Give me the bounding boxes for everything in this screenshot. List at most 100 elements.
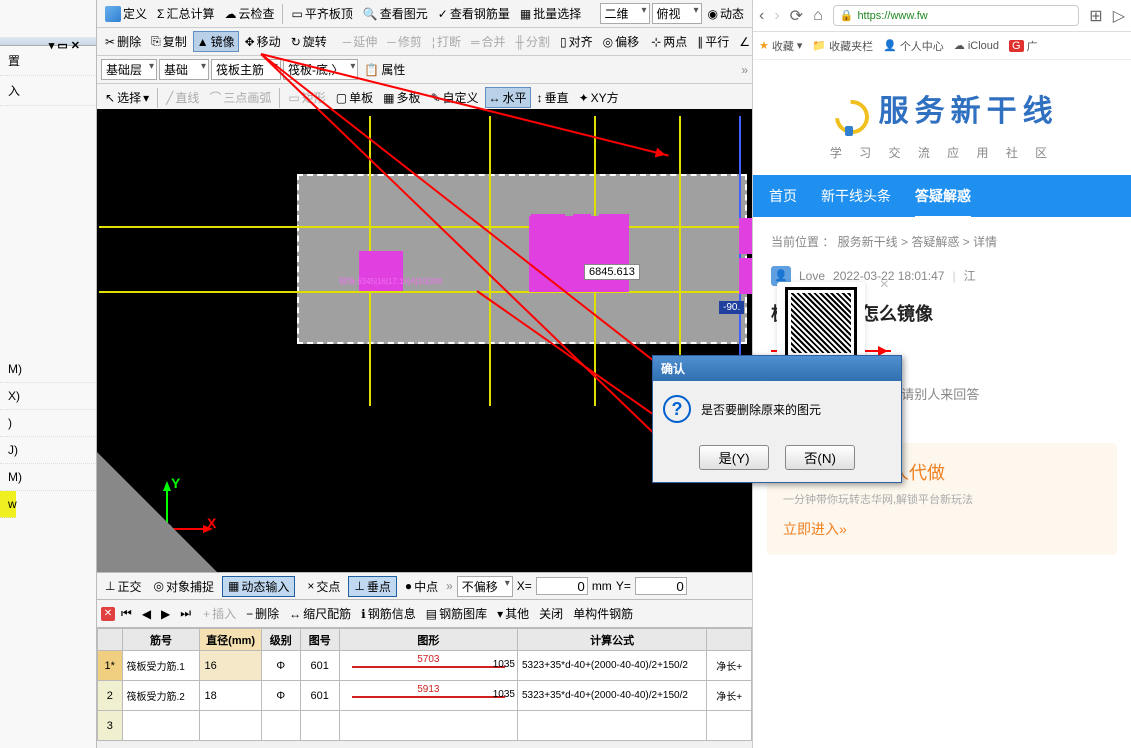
bookmark-item[interactable]: 👤个人中心 <box>883 38 944 54</box>
line-button: ╱直线 <box>162 87 203 108</box>
scale-rebar-button[interactable]: ↔缩尺配筋 <box>285 603 355 624</box>
horizontal-button[interactable]: ↔水平 <box>485 87 531 108</box>
cloud-check-button[interactable]: ☁ 云检查 <box>220 3 278 24</box>
post-region: 江 <box>964 267 976 284</box>
rebar-library-button[interactable]: ▤钢筋图库 <box>422 603 491 624</box>
define-icon <box>105 6 121 22</box>
rebar-text: 现场.6345|16|17:16[A]10|200 <box>339 276 442 287</box>
offset-mode-dropdown[interactable]: 不偏移 <box>457 576 513 597</box>
table-row[interactable]: 1* 筏板受力筋.1 16 Φ 601 57031035 5323+35*d-4… <box>98 651 752 681</box>
url-input[interactable]: 🔒 https://www.fw <box>833 5 1080 26</box>
dialog-no-button[interactable]: 否(N) <box>785 445 855 470</box>
bookmark-item[interactable]: ★收藏▾ <box>759 38 802 54</box>
select-button[interactable]: ↖选择▾ <box>101 87 153 108</box>
xy-dir-button[interactable]: ✦XY方 <box>575 87 623 108</box>
view-top-dropdown[interactable]: 俯视 <box>652 3 702 24</box>
rotate-button[interactable]: ↻旋转 <box>287 31 331 52</box>
side-it[interactable]: X) <box>0 383 96 410</box>
toolbar-edit: ✂删除 ⎘复制 ▲镜像 ✥移动 ↻旋转 ─延伸 ─修剪 ¦打断 ═合并 ╫分割 … <box>97 28 752 56</box>
view-rebar-qty-button[interactable]: ✓ 查看钢筋量 <box>434 3 514 24</box>
tab-headlines[interactable]: 新干线头条 <box>821 186 891 206</box>
parallel-button[interactable]: ∥平行 <box>693 31 733 52</box>
toolbar-layers: 基础层 基础 筏板主筋 筏板-底,〉 📋属性 » <box>97 56 752 84</box>
define-button[interactable]: 定义 <box>101 3 151 24</box>
dyn-input-button[interactable]: ▦动态输入 <box>222 576 295 597</box>
align-button[interactable]: ▯对齐 <box>556 31 597 52</box>
align-plate-top-button[interactable]: ▭ 平齐板顶 <box>287 3 356 24</box>
other-button[interactable]: ▾其他 <box>493 603 533 624</box>
bookmark-item[interactable]: 📁收藏夹栏 <box>812 38 873 54</box>
browser-toolbar: ‹ › ⟳ ⌂ 🔒 https://www.fw ⊞ ▷ <box>753 0 1131 32</box>
delete-row-button[interactable]: −删除 <box>242 603 283 624</box>
side-it[interactable]: ) <box>0 410 96 437</box>
ad-link[interactable]: 立即进入» <box>783 519 847 539</box>
move-button[interactable]: ✥移动 <box>241 31 285 52</box>
intersect-button[interactable]: ×交点 <box>303 576 344 597</box>
nav-next-button[interactable]: ▶ <box>157 605 174 623</box>
close-icon[interactable]: ✕ <box>101 607 115 621</box>
close-panel-button[interactable]: 关闭 <box>535 603 567 624</box>
extension-icon[interactable]: ▷ <box>1113 6 1125 26</box>
delete-button[interactable]: ✂删除 <box>101 31 145 52</box>
dialog-title: 确认 <box>653 356 901 381</box>
bookmark-item[interactable]: ☁iCloud <box>954 39 999 52</box>
breadcrumb: 当前位置 ： 服务新干线 > 答疑解惑 > 详情 <box>753 217 1131 260</box>
side-it[interactable]: M) <box>0 464 96 491</box>
dialog-yes-button[interactable]: 是(Y) <box>699 445 769 470</box>
nav-prev-button[interactable]: ◀ <box>138 605 155 623</box>
copy-button[interactable]: ⎘复制 <box>147 31 191 52</box>
view-2d-dropdown[interactable]: 二维 <box>600 3 650 24</box>
properties-button[interactable]: 📋属性 <box>360 59 409 80</box>
y-coord-input[interactable] <box>635 577 687 595</box>
side-it[interactable]: J) <box>0 437 96 464</box>
tab-home[interactable]: 首页 <box>769 186 797 206</box>
logo-icon <box>825 96 869 140</box>
dynamic-button[interactable]: ◉ 动态 <box>704 3 749 24</box>
two-point-button[interactable]: ⊹两点 <box>647 31 691 52</box>
midpoint-button[interactable]: ●中点 <box>401 576 442 597</box>
split-button: ╫分割 <box>512 31 555 52</box>
back-icon[interactable]: ‹ <box>759 7 764 25</box>
ortho-button[interactable]: ⊥正交 <box>101 576 145 597</box>
perp-button[interactable]: ⊥垂点 <box>348 576 396 597</box>
side-panel-header: ▾ ▭ ✕ <box>0 37 96 46</box>
bookmarks-bar: ★收藏▾ 📁收藏夹栏 👤个人中心 ☁iCloud G广 <box>753 32 1131 60</box>
table-row[interactable]: 2 筏板受力筋.2 18 Φ 601 59131035 5323+35*d-40… <box>98 681 752 711</box>
forward-icon: › <box>774 7 779 25</box>
rebar-editbar: ✕ ⏮ ◀ ▶ ⏭ +插入 −删除 ↔缩尺配筋 ℹ钢筋信息 ▤钢筋图库 ▾其他 … <box>97 600 752 628</box>
nav-first-button[interactable]: ⏮ <box>117 604 136 623</box>
bookmark-item[interactable]: G广 <box>1009 38 1038 54</box>
side-it[interactable]: M) <box>0 356 96 383</box>
tab-qa[interactable]: 答疑解惑 <box>915 186 971 206</box>
dimension-label: 6845.613 <box>584 264 640 280</box>
nav-last-button[interactable]: ⏭ <box>176 604 195 623</box>
category-dropdown[interactable]: 基础 <box>159 59 209 80</box>
post-author[interactable]: Love <box>799 269 825 283</box>
rebar-table[interactable]: 筋号 直径(mm) 级别 图号 图形 计算公式 1* 筏板受力筋.1 16 Φ … <box>97 628 752 741</box>
mirror-button[interactable]: ▲镜像 <box>193 31 239 52</box>
batch-select-button[interactable]: ▦ 批量选择 <box>516 3 585 24</box>
single-plate-button[interactable]: ▢单板 <box>332 87 377 108</box>
qr-icon[interactable]: ⊞ <box>1089 6 1102 26</box>
point-angle-button[interactable]: ∠点角 <box>735 31 752 52</box>
single-member-rebar-button[interactable]: 单构件钢筋 <box>569 603 637 624</box>
drawing-viewport[interactable]: 现场.6345|16|17:16[A]10|200 6845.613 -90. … <box>97 109 752 572</box>
home-icon[interactable]: ⌂ <box>813 7 823 25</box>
dialog-message: 是否要删除原来的图元 <box>701 401 821 418</box>
osnap-button[interactable]: ◎对象捕捉 <box>149 576 218 597</box>
site-logo: 服务新干线 学 习 交 流 应 用 社 区 <box>753 60 1131 175</box>
reload-icon[interactable]: ⟳ <box>790 6 803 26</box>
offset-button[interactable]: ◎偏移 <box>599 31 644 52</box>
confirm-dialog: 确认 ? 是否要删除原来的图元 是(Y) 否(N) <box>652 355 902 483</box>
toolbar-draw: ↖选择▾ ╱直线 ⌒三点画弧 ▭矩形 ▢单板 ▦多板 ✎自定义 ↔水平 ↕垂直 … <box>97 84 752 112</box>
x-coord-input[interactable] <box>536 577 588 595</box>
view-element-button[interactable]: 🔍 查看图元 <box>359 3 432 24</box>
floor-dropdown[interactable]: 基础层 <box>101 59 157 80</box>
qr-code-icon <box>788 290 854 356</box>
table-row[interactable]: 3 <box>98 711 752 741</box>
sum-calc-button[interactable]: Σ 汇总计算 <box>153 3 218 24</box>
rebar-info-button[interactable]: ℹ钢筋信息 <box>357 603 420 624</box>
vertical-button[interactable]: ↕垂直 <box>533 87 573 108</box>
close-icon[interactable]: × <box>880 276 889 294</box>
side-it[interactable]: w <box>0 491 16 518</box>
